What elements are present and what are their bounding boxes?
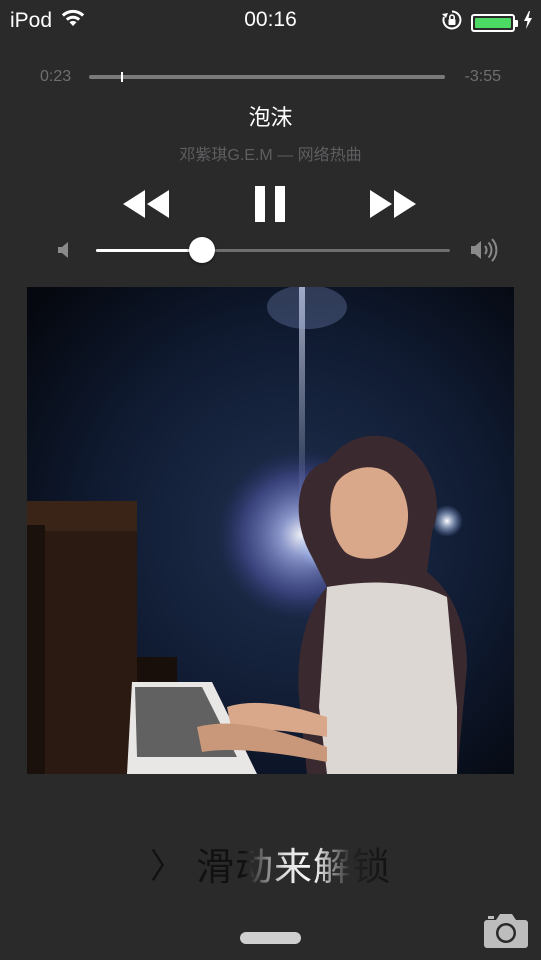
fast-forward-icon xyxy=(370,190,416,218)
status-bar: iPod 00:16 xyxy=(0,0,541,40)
volume-fill xyxy=(96,249,203,252)
rewind-button[interactable] xyxy=(116,180,176,228)
playback-scrubber[interactable]: 0:23 -3:55 xyxy=(40,66,501,90)
camera-icon xyxy=(484,914,528,948)
artist-album: 邓紫琪G.E.M — 网络热曲 xyxy=(179,147,362,164)
volume-low-icon xyxy=(56,239,76,266)
pause-button[interactable] xyxy=(240,180,300,228)
elapsed-time: 0:23 xyxy=(40,68,72,85)
chevron-right-icon: 〉 xyxy=(149,847,184,886)
battery-icon xyxy=(471,13,518,32)
album-artwork xyxy=(27,287,514,774)
scrubber-track[interactable] xyxy=(89,72,445,82)
slide-to-unlock-label: 滑动来解锁 xyxy=(196,836,391,891)
pause-icon xyxy=(255,186,285,222)
rotation-lock-icon xyxy=(441,9,463,36)
scrubber-playhead[interactable] xyxy=(121,72,124,82)
volume-track[interactable] xyxy=(96,237,450,263)
slide-to-unlock[interactable]: 〉 滑动来解锁 xyxy=(0,836,541,891)
status-right xyxy=(441,9,533,36)
fast-forward-button[interactable] xyxy=(363,180,423,228)
charging-bolt-icon xyxy=(523,11,533,34)
volume-knob[interactable] xyxy=(189,237,216,263)
remaining-time: -3:55 xyxy=(464,68,501,85)
camera-button[interactable] xyxy=(483,911,529,949)
transport-controls xyxy=(0,180,541,228)
volume-high-icon xyxy=(469,237,501,268)
song-title: 泡沫 xyxy=(248,105,293,130)
control-center-grabber[interactable] xyxy=(240,932,301,944)
volume-control[interactable] xyxy=(56,234,501,266)
rewind-icon xyxy=(123,190,169,218)
